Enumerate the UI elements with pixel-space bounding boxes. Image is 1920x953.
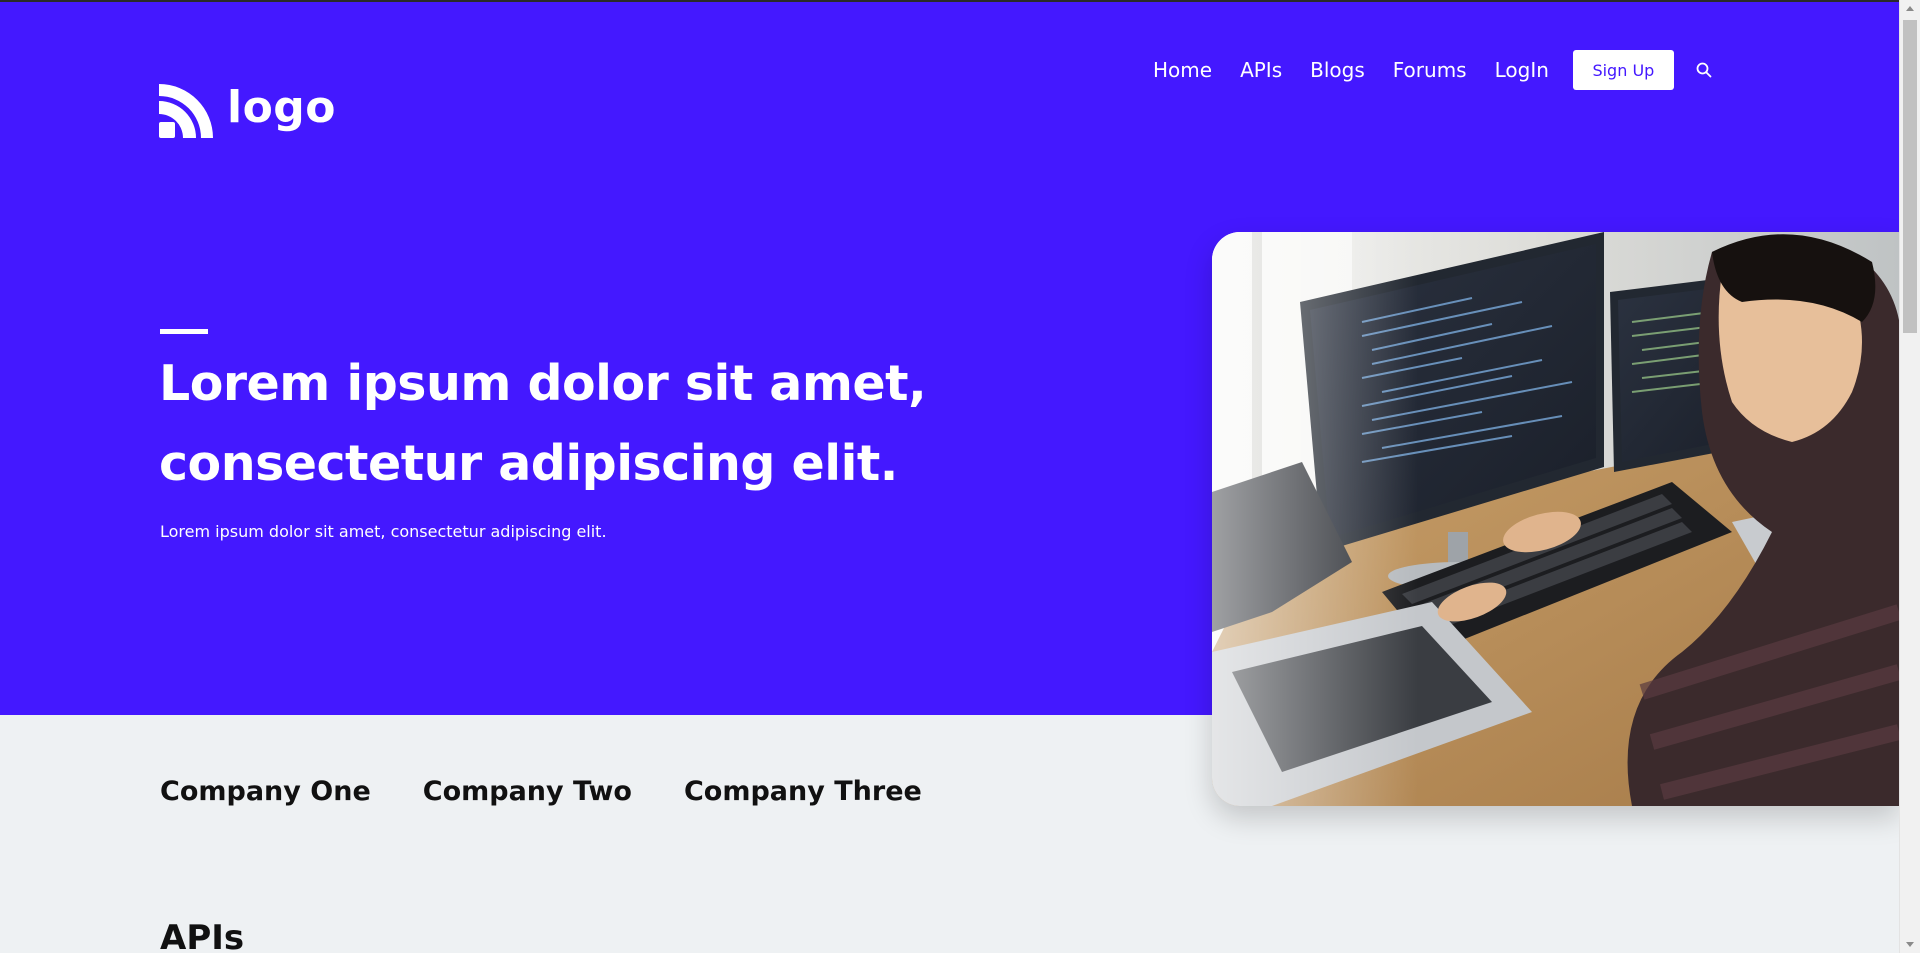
logo-icon: [159, 84, 213, 138]
scroll-up-icon[interactable]: [1906, 6, 1914, 11]
vertical-scrollbar[interactable]: [1899, 0, 1920, 953]
nav-link-apis[interactable]: APIs: [1240, 58, 1282, 82]
hero-headline-line-1: Lorem ipsum dolor sit amet,: [159, 355, 927, 412]
company-three: Company Three: [683, 776, 922, 807]
nav-link-blogs[interactable]: Blogs: [1310, 58, 1365, 82]
company-one: Company One: [160, 776, 371, 807]
headline-accent-bar: [160, 329, 208, 334]
hero-headline: Lorem ipsum dolor sit amet, consectetur …: [159, 344, 979, 504]
main-nav: Home APIs Blogs Forums LogIn Sign Up: [1153, 50, 1712, 90]
nav-link-forums[interactable]: Forums: [1393, 58, 1467, 82]
search-icon[interactable]: [1696, 62, 1712, 78]
nav-link-login[interactable]: LogIn: [1495, 58, 1549, 82]
scrollbar-thumb[interactable]: [1903, 20, 1917, 333]
hero-image: [1212, 232, 1899, 806]
company-two: Company Two: [422, 776, 632, 807]
hero-subtext: Lorem ipsum dolor sit amet, consectetur …: [160, 522, 607, 541]
scroll-down-icon[interactable]: [1906, 942, 1914, 947]
hero-headline-line-2: consectetur adipiscing elit.: [159, 435, 898, 492]
page: logo Home APIs Blogs Forums LogIn Sign U…: [0, 0, 1920, 953]
sign-up-button[interactable]: Sign Up: [1572, 50, 1674, 90]
company-logos: Company One Company Two Company Three: [160, 776, 922, 807]
logo[interactable]: logo: [159, 84, 336, 138]
nav-link-home[interactable]: Home: [1153, 58, 1212, 82]
apis-section-heading: APIs: [160, 918, 245, 953]
logo-text: logo: [227, 82, 337, 133]
